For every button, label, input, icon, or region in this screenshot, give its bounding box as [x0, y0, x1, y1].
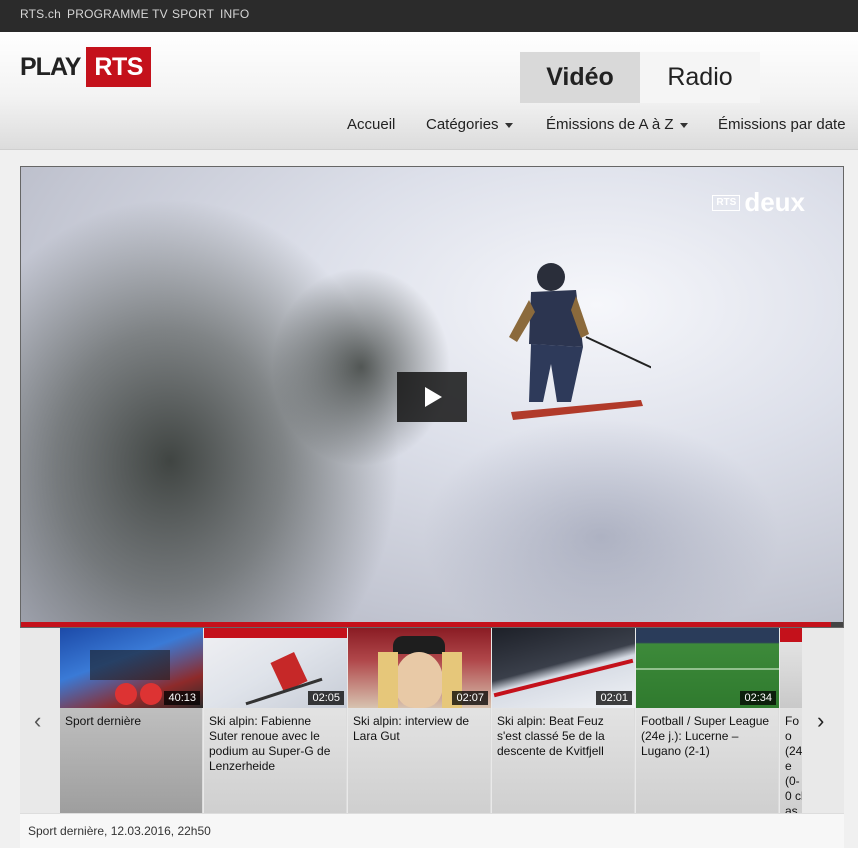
duration-badge: 02:05	[308, 691, 344, 705]
chevron-down-icon	[504, 122, 513, 128]
progress-bar[interactable]	[21, 622, 843, 627]
channel-name: deux	[744, 187, 805, 217]
thumbnail-ski-feuz: 02:01	[492, 628, 635, 708]
carousel-prev-button[interactable]: ‹	[34, 708, 41, 734]
subnav-emissions-az[interactable]: Émissions de A à Z	[546, 116, 688, 133]
duration-badge: 40:13	[164, 691, 200, 705]
subnav-emissions-date[interactable]: Émissions par date	[718, 116, 846, 133]
subnav-categories[interactable]: Catégories	[426, 116, 513, 133]
carousel-item-title: Ski alpin: Beat Feuz s'est classé 5e de …	[497, 714, 605, 758]
subnav-categories-label: Catégories	[426, 116, 499, 133]
carousel-item-title: Foo (24e (0-0 clas Lea Lea	[785, 714, 802, 813]
carousel-item-title: Ski alpin: interview de Lara Gut	[353, 714, 470, 743]
logo-play-text: PLAY	[20, 52, 81, 81]
duration-badge: 02:01	[596, 691, 632, 705]
top-bar: RTS.ch PROGRAMME TV SPORT INFO	[0, 0, 858, 32]
carousel-track: 40:13 Sport dernière 02:05 Ski alpin: Fa…	[60, 628, 802, 813]
subnav-accueil[interactable]: Accueil	[347, 116, 395, 133]
video-caption: Sport dernière, 12.03.2016, 22h50	[20, 813, 844, 848]
thumbnail-studio: 40:13	[60, 628, 203, 708]
carousel-item-title: Ski alpin: Fabienne Suter renoue avec le…	[209, 714, 331, 773]
nav-link-programme-tv[interactable]: PROGRAMME TV	[67, 7, 168, 21]
duration-badge: 02:07	[452, 691, 488, 705]
carousel-item-title: Football / Super League (24e j.): Lucern…	[641, 714, 770, 758]
channel-badge: RTS	[712, 194, 741, 211]
carousel-next-button[interactable]: ›	[817, 708, 824, 734]
logo-rts-text: RTS	[86, 47, 151, 87]
thumbnail-lara-gut: 02:07	[348, 628, 491, 708]
video-player[interactable]: RTS deux	[20, 166, 844, 628]
subnav-emissions-date-label: Émissions par date	[718, 116, 846, 133]
subnav-accueil-label: Accueil	[347, 116, 396, 133]
video-carousel: ‹ 40:13 Sport dernière 02:05 Ski alpin: …	[20, 628, 844, 813]
nav-link-sport[interactable]: SPORT	[172, 7, 214, 21]
progress-fill	[21, 622, 832, 627]
carousel-item[interactable]: 02:34 Football / Super League (24e j.): …	[636, 628, 779, 813]
chevron-down-icon	[679, 122, 688, 128]
header: PLAY RTS Vidéo Radio Accueil Catégories …	[0, 32, 858, 150]
video-frame-tree-2	[271, 267, 451, 467]
nav-link-info[interactable]: INFO	[220, 7, 249, 21]
channel-logo: RTS deux	[712, 187, 805, 218]
play-button[interactable]	[397, 372, 467, 422]
nav-link-rts[interactable]: RTS.ch	[20, 7, 61, 21]
carousel-item[interactable]: Foo (24e (0-0 clas Lea Lea	[780, 628, 802, 813]
carousel-item[interactable]: 02:05 Ski alpin: Fabienne Suter renoue a…	[204, 628, 347, 813]
carousel-item[interactable]: 02:07 Ski alpin: interview de Lara Gut	[348, 628, 491, 813]
tab-radio[interactable]: Radio	[640, 52, 760, 103]
thumbnail-football-2	[780, 628, 802, 708]
duration-badge: 02:34	[740, 691, 776, 705]
thumbnail-football: 02:34	[636, 628, 779, 708]
carousel-item[interactable]: 40:13 Sport dernière	[60, 628, 203, 813]
video-frame-skier	[509, 263, 651, 420]
caption-text: Sport dernière, 12.03.2016, 22h50	[28, 824, 211, 838]
sub-navigation: Accueil Catégories Émissions de A à Z Ém…	[0, 116, 858, 138]
subnav-emissions-az-label: Émissions de A à Z	[546, 116, 674, 133]
play-rts-logo[interactable]: PLAY RTS	[20, 47, 151, 87]
tab-video[interactable]: Vidéo	[520, 52, 640, 103]
carousel-item[interactable]: 02:01 Ski alpin: Beat Feuz s'est classé …	[492, 628, 635, 813]
thumbnail-ski-suter: 02:05	[204, 628, 347, 708]
carousel-item-title: Sport dernière	[65, 714, 142, 728]
play-icon	[425, 387, 442, 407]
